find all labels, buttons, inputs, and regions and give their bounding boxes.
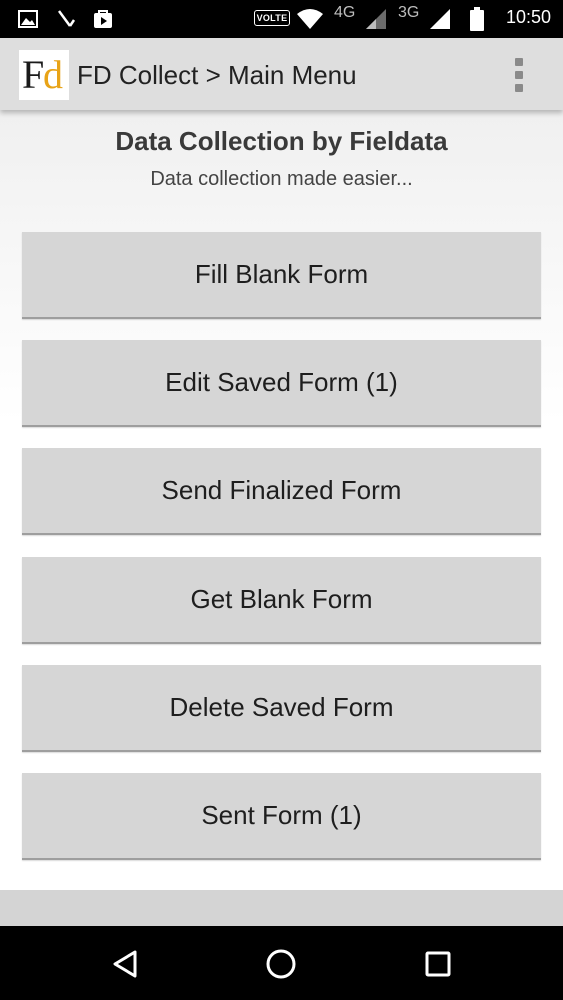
- fill-blank-form-button[interactable]: Fill Blank Form: [22, 232, 541, 319]
- signal-icon: [428, 6, 452, 32]
- recents-icon[interactable]: [420, 946, 456, 982]
- signal-icon: [364, 6, 388, 32]
- status-bar: VOLTE 4G 3G 10:50: [0, 0, 563, 38]
- app-bar: F d FD Collect > Main Menu: [0, 38, 563, 110]
- get-blank-form-button[interactable]: Get Blank Form: [22, 557, 541, 644]
- back-icon[interactable]: [107, 946, 143, 982]
- send-finalized-form-button[interactable]: Send Finalized Form: [22, 448, 541, 535]
- wifi-icon: [296, 6, 324, 32]
- app-logo: F d: [19, 50, 69, 100]
- sent-form-button[interactable]: Sent Form (1): [22, 773, 541, 860]
- page-title: FD Collect > Main Menu: [77, 60, 357, 90]
- main-heading: Data Collection by Fieldata: [115, 126, 448, 156]
- network-3g-label: 3G: [398, 4, 420, 21]
- play-store-icon: [92, 6, 114, 32]
- edit-saved-form-button[interactable]: Edit Saved Form (1): [22, 340, 541, 427]
- logo-letter-d: d: [43, 52, 63, 97]
- image-icon: [18, 6, 38, 32]
- logo-letter-f: F: [22, 52, 45, 97]
- status-time: 10:50: [505, 7, 551, 27]
- main-subheading: Data collection made easier...: [150, 168, 413, 190]
- overflow-menu-icon[interactable]: [502, 54, 536, 96]
- footer-strip: [0, 890, 563, 926]
- navigation-bar: [0, 926, 563, 1000]
- delete-saved-form-button[interactable]: Delete Saved Form: [22, 665, 541, 752]
- missed-call-icon: [56, 6, 78, 32]
- home-icon[interactable]: [263, 946, 299, 982]
- battery-icon: [470, 6, 484, 32]
- main-content: Data Collection by Fieldata Data collect…: [0, 110, 563, 890]
- network-4g-label: 4G: [334, 4, 356, 21]
- volte-badge: VOLTE: [254, 10, 290, 26]
